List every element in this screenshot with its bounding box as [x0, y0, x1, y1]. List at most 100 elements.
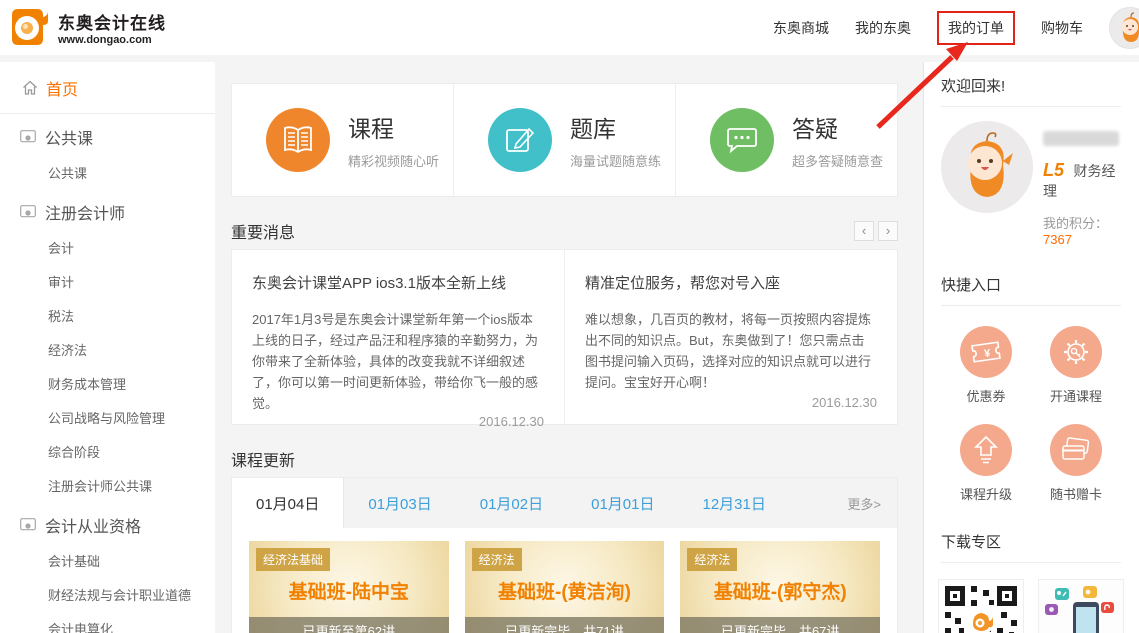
sidebar-item-accounting[interactable]: 会计: [0, 230, 215, 264]
cards-icon: [1050, 424, 1102, 476]
tab-date-1231[interactable]: 12月31日: [679, 478, 790, 528]
more-link[interactable]: 更多>: [847, 494, 897, 513]
book-icon: [266, 108, 330, 172]
nav-dongao-mall[interactable]: 东奥商城: [773, 18, 829, 38]
app-download-item[interactable]: APP下载: [1038, 579, 1124, 633]
main-content: 课程 精彩视频随心听 题库 海量试题随意练 答疑 超多答疑随意查 重要消息: [231, 83, 898, 633]
download-title: 下载专区: [941, 518, 1121, 563]
feature-qa[interactable]: 答疑 超多答疑随意查: [675, 84, 897, 196]
quick-entry-coupons[interactable]: ¥ 优惠券: [941, 316, 1031, 414]
course-card-list: 经济法基础 基础班-陆中宝 已更新至第62讲 经济法 基础班-(黄洁洵) 已更新…: [232, 528, 897, 633]
sidebar-item-regulations-ethics[interactable]: 财经法规与会计职业道德: [0, 577, 215, 611]
sidebar-item-tax-law[interactable]: 税法: [0, 298, 215, 332]
news-body: 2017年1月3号是东奥会计课堂新年第一个ios版本上线的日子，经过产品汪和程序…: [252, 309, 544, 414]
logo-url: www.dongao.com: [58, 34, 166, 46]
next-arrow-button[interactable]: ›: [878, 221, 898, 241]
sidebar-item-home[interactable]: 首页: [0, 62, 215, 114]
course-badge: 经济法: [687, 548, 737, 571]
news-pager: ‹ ›: [854, 221, 898, 241]
logo-icon: [10, 7, 50, 47]
course-updates-title: 课程更新: [231, 447, 295, 471]
user-profile: L5 财务经理 我的积分：7367: [941, 121, 1121, 247]
news-title: 精准定位服务，帮您对号入座: [585, 272, 877, 293]
news-section-title: 重要消息: [231, 219, 295, 243]
course-status: 已更新完毕，共71讲: [465, 617, 665, 633]
tab-date-0102[interactable]: 01月02日: [456, 478, 567, 528]
date-tabs: 01月04日 01月03日 01月02日 01月01日 12月31日 更多>: [232, 478, 897, 528]
news-item[interactable]: 精准定位服务，帮您对号入座 难以想象，几百页的教材，将每一页按照内容提炼出不同的…: [564, 250, 897, 424]
points-value: 7367: [1043, 232, 1072, 247]
sidebar-section-label: 注册会计师: [45, 200, 125, 224]
course-category-icon: [20, 518, 36, 532]
download-row: 关注微信公众号: [941, 579, 1121, 633]
sidebar-item-accounting-basics[interactable]: 会计基础: [0, 543, 215, 577]
news-item[interactable]: 东奥会计课堂APP ios3.1版本全新上线 2017年1月3号是东奥会计课堂新…: [232, 250, 564, 424]
logo-title: 东奥会计在线: [58, 9, 166, 34]
logo-text: 东奥会计在线 www.dongao.com: [58, 9, 166, 46]
tab-date-0101[interactable]: 01月01日: [567, 478, 678, 528]
qr-code: [938, 579, 1024, 633]
course-status: 已更新至第62讲: [249, 617, 449, 633]
sidebar-item-comprehensive[interactable]: 综合阶段: [0, 434, 215, 468]
sidebar-home-label: 首页: [46, 76, 78, 100]
sidebar-section-cpa[interactable]: 注册会计师: [0, 189, 215, 230]
course-updates-panel: 01月04日 01月03日 01月02日 01月01日 12月31日 更多> 经…: [231, 477, 898, 633]
sidebar-item-audit[interactable]: 审计: [0, 264, 215, 298]
left-sidebar: 首页 公共课 公共课 注册会计师 会计 审计 税法 经济法 财务成本管理 公司战…: [0, 62, 215, 633]
nav-cart[interactable]: 购物车: [1041, 18, 1083, 38]
sidebar-item-strategy-risk[interactable]: 公司战略与风险管理: [0, 400, 215, 434]
nav-my-dongao[interactable]: 我的东奥: [855, 18, 911, 38]
quick-entry-grid: ¥ 优惠券 开通课程 课程升级 随书赠卡: [941, 316, 1121, 512]
course-title: 基础班-陆中宝: [249, 577, 449, 604]
course-category-icon: [20, 205, 36, 219]
sidebar-section-qualification[interactable]: 会计从业资格: [0, 502, 215, 543]
header: 东奥会计在线 www.dongao.com 东奥商城 我的东奥 我的订单 购物车: [0, 0, 1139, 55]
course-title: 基础班-(郭守杰): [680, 577, 880, 604]
svg-text:¥: ¥: [983, 347, 992, 360]
header-nav: 东奥商城 我的东奥 我的订单 购物车: [773, 0, 1129, 55]
quick-entry-title: 快捷入口: [941, 261, 1121, 306]
sidebar-item-computerized[interactable]: 会计电算化: [0, 611, 215, 633]
right-sidebar: 欢迎回来! L5 财务经理 我的积分：7367 快: [923, 62, 1139, 633]
feature-subtitle: 精彩视频随心听: [348, 151, 439, 170]
prev-arrow-button[interactable]: ‹: [854, 221, 874, 241]
user-avatar-large[interactable]: [941, 121, 1033, 213]
course-category-icon: [20, 130, 36, 144]
news-date: 2016.12.30: [252, 414, 544, 429]
course-badge: 经济法基础: [256, 548, 330, 571]
sidebar-item-financial-mgmt[interactable]: 财务成本管理: [0, 366, 215, 400]
quick-entry-activate-course[interactable]: 开通课程: [1031, 316, 1121, 414]
feature-question-bank[interactable]: 题库 海量试题随意练: [453, 84, 675, 196]
feature-title: 题库: [570, 110, 661, 144]
news-body: 难以想象，几百页的教材，将每一页按照内容提炼出不同的知识点。But，东奥做到了！…: [585, 309, 877, 393]
tab-date-0104[interactable]: 01月04日: [232, 478, 344, 528]
sidebar-item-public-sub[interactable]: 公共课: [0, 155, 215, 189]
quick-entry-upgrade[interactable]: 课程升级: [941, 414, 1031, 512]
upgrade-arrow-icon: [960, 424, 1012, 476]
sidebar-item-economic-law[interactable]: 经济法: [0, 332, 215, 366]
wechat-qr-item[interactable]: 关注微信公众号: [938, 579, 1024, 633]
quick-entry-gift-card[interactable]: 随书赠卡: [1031, 414, 1121, 512]
feature-courses[interactable]: 课程 精彩视频随心听: [232, 84, 453, 196]
course-card[interactable]: 经济法 基础班-(黄洁洵) 已更新完毕，共71讲: [465, 541, 665, 633]
user-level: L5: [1043, 160, 1064, 180]
feature-shortcuts: 课程 精彩视频随心听 题库 海量试题随意练 答疑 超多答疑随意查: [231, 83, 898, 197]
course-card[interactable]: 经济法 基础班-(郭守杰) 已更新完毕，共67讲: [680, 541, 880, 633]
nav-my-orders[interactable]: 我的订单: [937, 11, 1015, 45]
welcome-title: 欢迎回来!: [941, 62, 1121, 107]
course-card[interactable]: 经济法基础 基础班-陆中宝 已更新至第62讲: [249, 541, 449, 633]
username-redacted: [1043, 131, 1119, 146]
news-panel: 东奥会计课堂APP ios3.1版本全新上线 2017年1月3号是东奥会计课堂新…: [231, 249, 898, 425]
tab-date-0103[interactable]: 01月03日: [344, 478, 455, 528]
chat-icon: [710, 108, 774, 172]
feature-title: 课程: [348, 110, 439, 144]
logo[interactable]: 东奥会计在线 www.dongao.com: [10, 7, 166, 47]
feature-subtitle: 海量试题随意练: [570, 151, 661, 170]
feature-title: 答疑: [792, 110, 883, 144]
home-icon: [22, 80, 38, 96]
sidebar-item-cpa-public[interactable]: 注册会计师公共课: [0, 468, 215, 502]
sidebar-section-public[interactable]: 公共课: [0, 114, 215, 155]
course-badge: 经济法: [472, 548, 522, 571]
user-avatar-small[interactable]: [1109, 7, 1139, 49]
app-download-illustration: [1038, 579, 1124, 633]
